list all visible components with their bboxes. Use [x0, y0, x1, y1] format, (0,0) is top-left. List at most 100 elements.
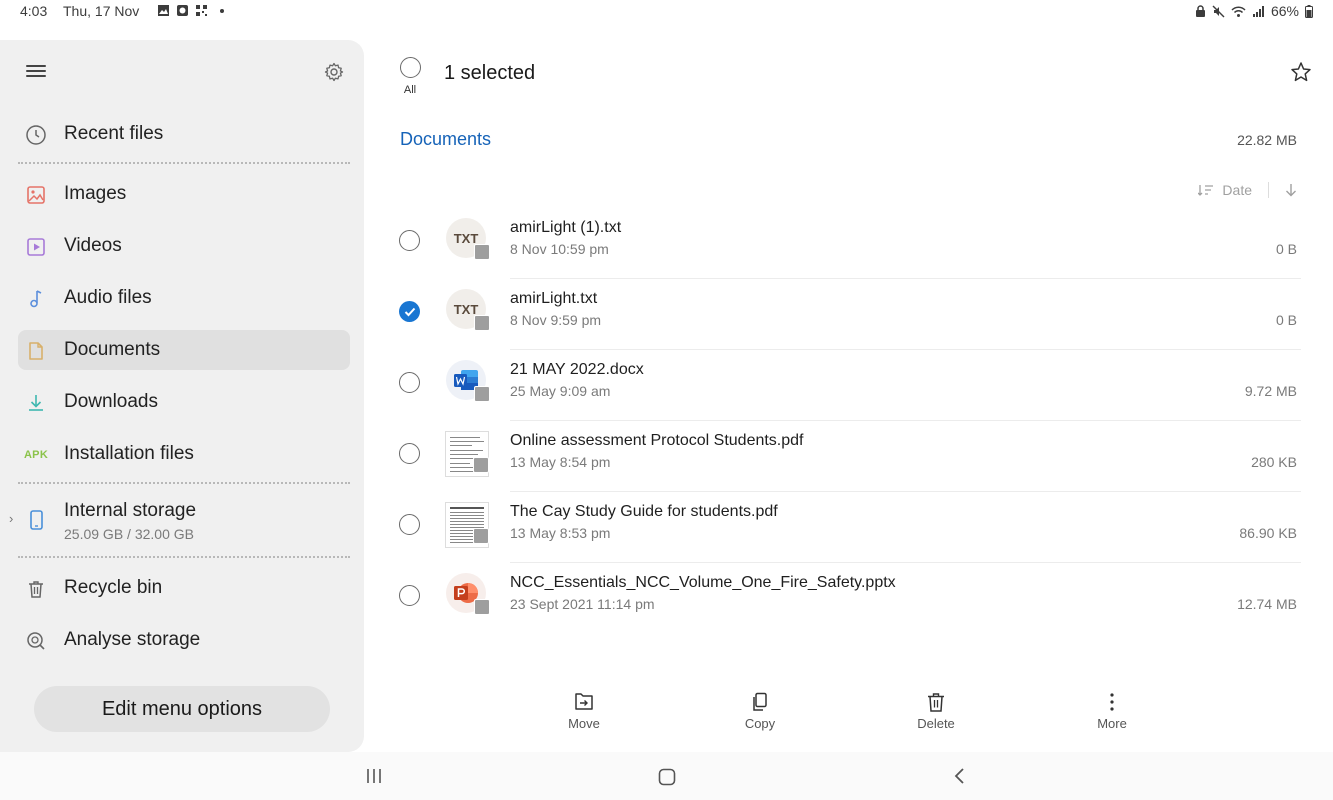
file-date: 23 Sept 2021 11:14 pm — [510, 596, 655, 612]
sidebar-item-documents[interactable]: Documents — [18, 330, 350, 370]
copy-button[interactable]: Copy — [720, 692, 800, 731]
row-checkbox[interactable] — [399, 514, 420, 540]
row-checkbox[interactable] — [399, 585, 420, 611]
file-size: 0 B — [1275, 312, 1297, 328]
move-button[interactable]: Move — [544, 692, 624, 731]
trash-icon — [29, 581, 43, 598]
select-all-toggle[interactable]: All — [399, 57, 421, 96]
copy-icon — [753, 692, 767, 711]
shortcut-badge-icon — [474, 315, 490, 331]
file-row[interactable]: TXT amirLight (1).txt 8 Nov 10:59 pm 0 B — [364, 208, 1333, 279]
navigation-drawer: Recent files Images Videos Audio files D… — [0, 40, 364, 752]
divider — [18, 162, 350, 164]
sort-icon[interactable] — [1198, 183, 1214, 197]
chevron-right-icon[interactable]: › — [9, 511, 13, 526]
document-icon — [29, 342, 43, 360]
sidebar-item-images[interactable]: Images — [18, 174, 350, 214]
sort-label[interactable]: Date — [1222, 182, 1252, 198]
gear-icon[interactable] — [324, 62, 344, 82]
camera-notification-icon — [177, 5, 188, 16]
shortcut-badge-icon — [474, 386, 490, 402]
arrow-down-icon[interactable] — [1285, 183, 1297, 197]
edit-menu-options-button[interactable]: Edit menu options — [34, 686, 330, 732]
recent-apps-icon[interactable] — [365, 767, 383, 785]
pdf-thumbnail-icon — [445, 502, 489, 548]
sidebar-item-downloads[interactable]: Downloads — [18, 382, 350, 422]
sort-controls: Date — [1198, 182, 1297, 198]
sidebar-item-installation-files[interactable]: APK Installation files — [18, 434, 350, 474]
shortcut-badge-icon — [473, 528, 489, 544]
battery-percent: 66% — [1270, 3, 1299, 19]
move-label: Move — [568, 716, 600, 731]
file-row[interactable]: NCC_Essentials_NCC_Volume_One_Fire_Safet… — [364, 563, 1333, 634]
sidebar-item-label: Videos — [64, 235, 122, 256]
file-name: The Cay Study Guide for students.pdf — [510, 503, 778, 520]
powerpoint-file-icon — [446, 573, 490, 617]
folder-size: 22.82 MB — [1237, 132, 1297, 148]
file-row[interactable]: 21 MAY 2022.docx 25 May 9:09 am 9.72 MB — [364, 350, 1333, 421]
row-checkbox[interactable] — [399, 230, 420, 256]
sidebar-item-label: Recycle bin — [64, 577, 163, 598]
status-time: 4:03 — [20, 3, 48, 19]
word-file-icon — [446, 360, 490, 404]
select-all-checkbox[interactable] — [399, 57, 421, 78]
divider — [18, 556, 350, 558]
row-checkbox-checked[interactable] — [399, 301, 420, 322]
battery-icon — [1305, 4, 1313, 18]
row-checkbox[interactable] — [399, 372, 420, 398]
more-notifications-dot — [220, 8, 224, 13]
clock-icon — [26, 125, 46, 145]
more-button[interactable]: More — [1072, 692, 1152, 731]
mute-icon — [1212, 5, 1225, 17]
file-date: 25 May 9:09 am — [510, 383, 611, 399]
row-checkbox[interactable] — [399, 443, 420, 469]
sidebar-item-label: Recent files — [64, 123, 164, 144]
more-vertical-icon — [1110, 693, 1114, 711]
apk-icon: APK — [23, 449, 49, 461]
file-row[interactable]: Online assessment Protocol Students.pdf … — [364, 421, 1333, 492]
sidebar-item-label: Documents — [64, 339, 161, 360]
sidebar-item-label: Downloads — [64, 391, 158, 412]
sidebar-item-label: Internal storage — [64, 500, 197, 521]
copy-label: Copy — [744, 716, 776, 731]
folder-title: Documents — [400, 129, 492, 149]
delete-button[interactable]: Delete — [896, 692, 976, 731]
phone-icon — [30, 510, 43, 530]
hamburger-menu-icon[interactable] — [26, 62, 46, 80]
sidebar-item-analyse-storage[interactable]: Analyse storage — [18, 620, 350, 660]
video-icon — [27, 238, 45, 256]
status-bar: 4:03 Thu, 17 Nov 66% — [0, 0, 1333, 24]
image-icon — [27, 186, 45, 204]
file-row[interactable]: The Cay Study Guide for students.pdf 13 … — [364, 492, 1333, 563]
txt-file-icon: TXT — [446, 218, 490, 262]
sidebar-item-recycle-bin[interactable]: Recycle bin — [18, 568, 350, 608]
system-navigation-bar — [0, 752, 1333, 800]
home-icon[interactable] — [657, 767, 677, 787]
gallery-notification-icon — [158, 5, 169, 16]
file-size: 9.72 MB — [1244, 383, 1297, 399]
shortcut-badge-icon — [474, 599, 490, 615]
sidebar-item-label: Images — [64, 183, 127, 204]
pdf-thumbnail-icon — [445, 431, 489, 477]
sidebar-item-internal-storage[interactable]: › Internal storage 25.09 GB / 32.00 GB — [9, 492, 350, 548]
qr-notification-icon — [196, 5, 207, 16]
sort-divider — [1268, 182, 1269, 198]
file-date: 13 May 8:54 pm — [510, 454, 611, 470]
delete-label: Delete — [917, 716, 955, 731]
sidebar-item-recent-files[interactable]: Recent files — [18, 114, 350, 154]
sidebar-item-audio-files[interactable]: Audio files — [18, 278, 350, 318]
trash-icon — [928, 693, 944, 712]
file-name: Online assessment Protocol Students.pdf — [510, 432, 804, 449]
sidebar-item-videos[interactable]: Videos — [18, 226, 350, 266]
file-name: amirLight (1).txt — [510, 219, 622, 236]
storage-usage: 25.09 GB / 32.00 GB — [64, 526, 194, 542]
analyse-icon — [27, 632, 45, 650]
back-icon[interactable] — [951, 767, 969, 785]
star-icon[interactable] — [1290, 61, 1312, 83]
file-date: 8 Nov 10:59 pm — [510, 241, 609, 257]
file-row[interactable]: TXT amirLight.txt 8 Nov 9:59 pm 0 B — [364, 279, 1333, 350]
music-note-icon — [30, 290, 42, 308]
file-date: 13 May 8:53 pm — [510, 525, 611, 541]
more-label: More — [1097, 716, 1127, 731]
txt-file-icon: TXT — [446, 289, 490, 333]
